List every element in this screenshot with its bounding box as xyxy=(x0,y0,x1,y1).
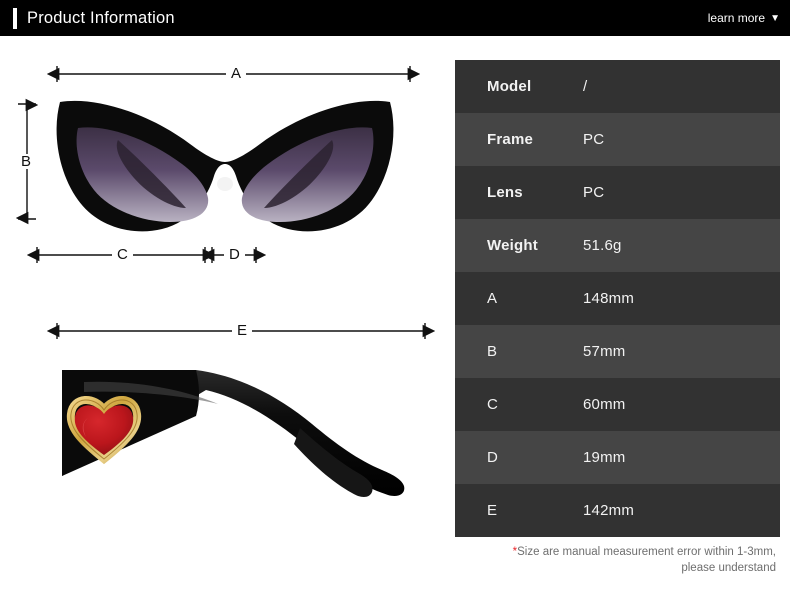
spec-value: 57mm xyxy=(583,343,626,360)
table-row: Lens PC xyxy=(455,166,780,219)
spec-key: A xyxy=(487,290,498,307)
spec-value: 60mm xyxy=(583,396,626,413)
dimension-label-b: B xyxy=(16,154,37,169)
spec-key: Lens xyxy=(487,184,523,201)
dimension-label-c: C xyxy=(112,247,133,262)
dimension-label-d: D xyxy=(224,247,245,262)
spec-key: B xyxy=(487,343,498,360)
dimension-label-a: A xyxy=(226,66,247,81)
sunglasses-front-view xyxy=(56,100,394,232)
spec-value: 148mm xyxy=(583,290,635,307)
chevron-down-icon: ▼ xyxy=(770,13,780,24)
learn-more-button[interactable]: learn more ▼ xyxy=(708,0,780,36)
header-accent-bar xyxy=(13,8,17,29)
spec-key: C xyxy=(487,396,499,413)
sunglasses-diagram-svg xyxy=(15,66,436,497)
spec-value: 142mm xyxy=(583,502,635,519)
table-row: E 142mm xyxy=(455,484,780,537)
spec-key: Model xyxy=(487,78,532,95)
table-row: D 19mm xyxy=(455,431,780,484)
table-row: Model / xyxy=(455,60,780,113)
disclaimer-line-2: please understand xyxy=(681,562,776,574)
table-row: B 57mm xyxy=(455,325,780,378)
table-row: Weight 51.6g xyxy=(455,219,780,272)
dimension-label-e: E xyxy=(232,323,253,338)
table-row: C 60mm xyxy=(455,378,780,431)
learn-more-label: learn more xyxy=(707,11,766,25)
table-row: Frame PC xyxy=(455,113,780,166)
spec-value: 19mm xyxy=(583,449,626,466)
sunglasses-side-view xyxy=(62,370,405,497)
spec-key: E xyxy=(487,502,498,519)
page-title: Product Information xyxy=(27,9,175,27)
table-row: A 148mm xyxy=(455,272,780,325)
header-bar: Product Information learn more ▼ xyxy=(0,0,790,36)
spec-value: 51.6g xyxy=(583,237,622,254)
spec-key: D xyxy=(487,449,499,466)
spec-value: PC xyxy=(583,131,605,148)
spec-key: Weight xyxy=(487,237,538,254)
disclaimer-line-1: Size are manual measurement error within… xyxy=(517,546,776,558)
specification-table: Model / Frame PC Lens PC Weight 51.6g A … xyxy=(455,60,780,537)
product-diagram-panel: A B C D E xyxy=(0,36,450,602)
spec-value: / xyxy=(583,78,588,95)
bridge-dot xyxy=(217,177,233,191)
spec-value: PC xyxy=(583,184,605,201)
measurement-disclaimer: *Size are manual measurement error withi… xyxy=(455,544,780,576)
spec-key: Frame xyxy=(487,131,534,148)
